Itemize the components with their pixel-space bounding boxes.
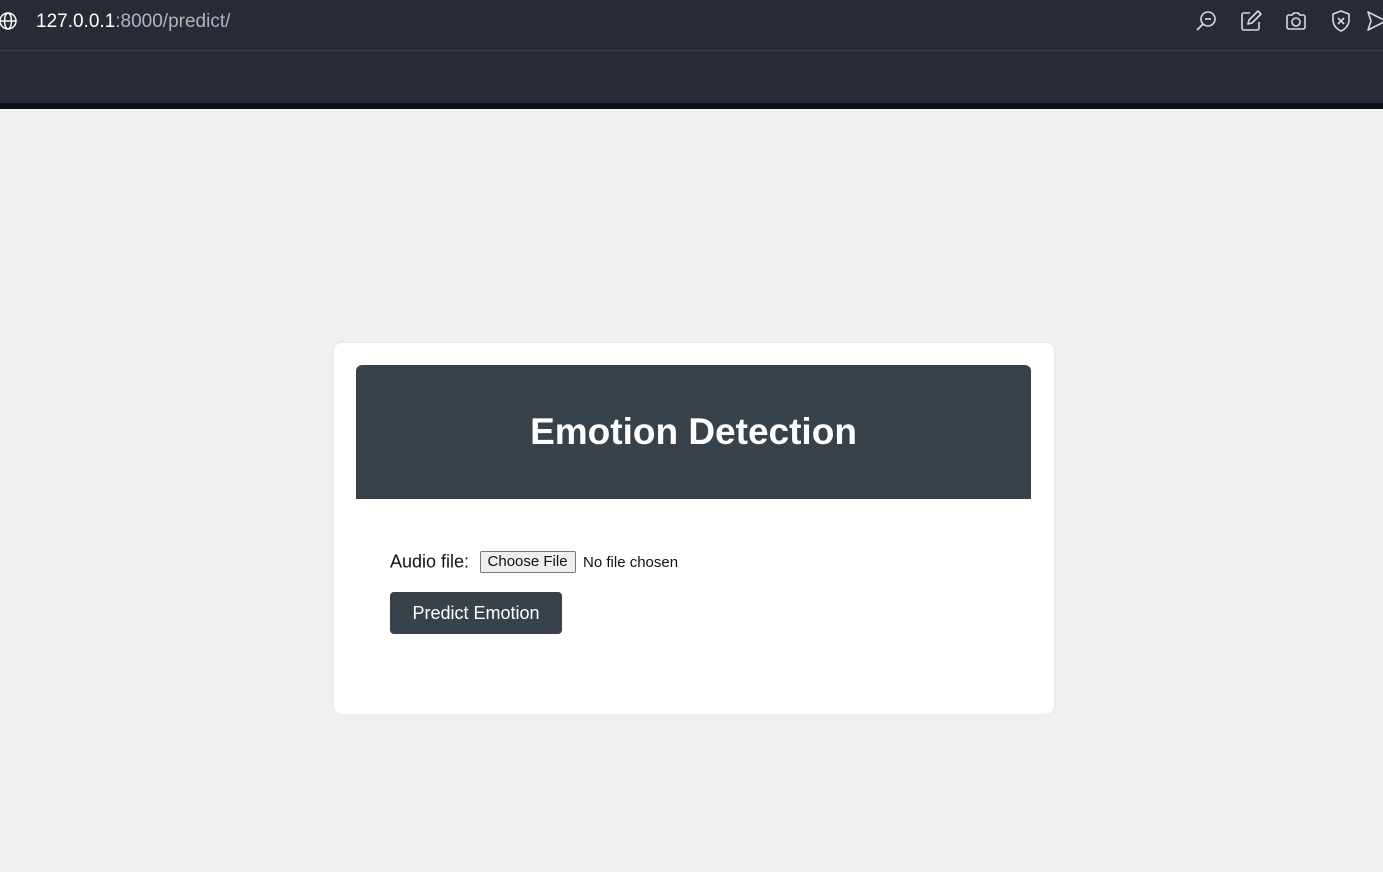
- edit-icon[interactable]: [1239, 9, 1263, 33]
- card-header: Emotion Detection: [356, 365, 1031, 499]
- no-file-status: No file chosen: [583, 553, 679, 571]
- camera-icon[interactable]: [1284, 9, 1308, 33]
- choose-file-button[interactable]: Choose File: [479, 551, 576, 573]
- predict-emotion-button[interactable]: Predict Emotion: [390, 592, 562, 634]
- url-path: :8000/predict/: [115, 11, 231, 32]
- audio-file-label: Audio file:: [390, 551, 470, 572]
- shield-icon[interactable]: [1329, 9, 1353, 33]
- navbar-divider: [0, 103, 1383, 109]
- site-navbar: [0, 51, 1383, 103]
- globe-icon: [0, 12, 17, 30]
- audio-file-field: Audio file: Choose File No file chosen: [390, 551, 678, 575]
- page-title: Emotion Detection: [530, 411, 857, 452]
- url-field[interactable]: 127.0.0.1:8000/predict/: [36, 11, 230, 33]
- browser-address-bar: 127.0.0.1:8000/predict/: [0, 0, 1383, 51]
- emotion-card: Emotion Detection Audio file: Choose Fil…: [334, 343, 1054, 714]
- url-host: 127.0.0.1: [36, 11, 116, 32]
- send-icon[interactable]: [1365, 9, 1383, 33]
- browser-toolbar: [1183, 9, 1383, 35]
- zoom-icon[interactable]: [1194, 9, 1218, 33]
